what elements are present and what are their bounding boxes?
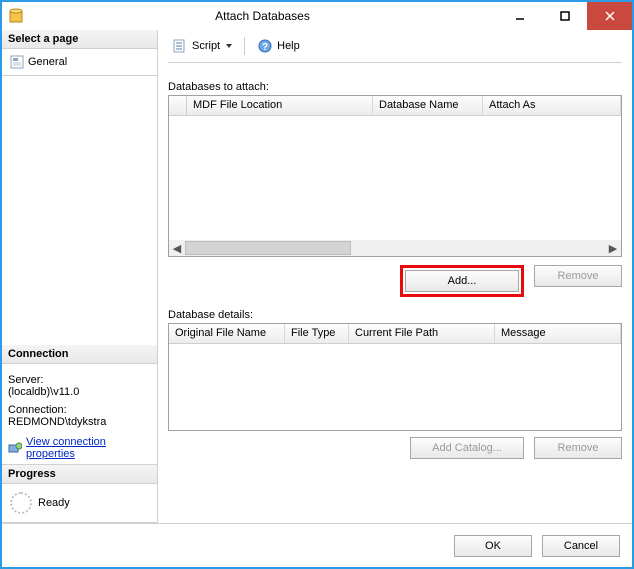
view-connection-properties-link[interactable]: View connection properties xyxy=(26,436,151,460)
help-icon: ? xyxy=(257,38,273,54)
ok-button[interactable]: OK xyxy=(454,535,532,557)
connection-icon xyxy=(8,441,22,455)
titlebar: Attach Databases xyxy=(2,2,632,30)
connection-value: REDMOND\tdykstra xyxy=(8,416,151,428)
add-button-highlight: Add... xyxy=(400,265,524,297)
database-details-label: Database details: xyxy=(168,309,622,321)
page-item-label: General xyxy=(28,56,67,68)
remove-button[interactable]: Remove xyxy=(534,265,622,287)
app-icon xyxy=(8,8,24,24)
page-item-general[interactable]: General xyxy=(8,53,151,71)
col-database-name[interactable]: Database Name xyxy=(373,96,483,115)
col-attach-as[interactable]: Attach As xyxy=(483,96,621,115)
cancel-button[interactable]: Cancel xyxy=(542,535,620,557)
col-message[interactable]: Message xyxy=(495,324,621,343)
footer: OK Cancel xyxy=(2,523,632,567)
script-button[interactable]: Script xyxy=(168,36,236,56)
script-icon xyxy=(172,38,188,54)
add-catalog-button[interactable]: Add Catalog... xyxy=(410,437,524,459)
col-original-file-name[interactable]: Original File Name xyxy=(169,324,285,343)
select-page-header: Select a page xyxy=(2,30,157,49)
add-button[interactable]: Add... xyxy=(405,270,519,292)
databases-to-attach-label: Databases to attach: xyxy=(168,81,622,93)
help-label: Help xyxy=(277,40,300,52)
close-button[interactable] xyxy=(587,2,632,30)
col-mdf-file-location[interactable]: MDF File Location xyxy=(187,96,373,115)
page-icon xyxy=(10,55,24,69)
scroll-thumb[interactable] xyxy=(185,241,351,255)
script-label: Script xyxy=(192,40,220,52)
progress-spinner-icon xyxy=(10,492,32,514)
progress-header: Progress xyxy=(2,465,157,484)
col-current-file-path[interactable]: Current File Path xyxy=(349,324,495,343)
row-header-col xyxy=(169,96,187,115)
help-button[interactable]: ? Help xyxy=(253,36,304,56)
horizontal-scrollbar[interactable]: ◀ ▶ xyxy=(169,240,621,256)
scroll-left-icon[interactable]: ◀ xyxy=(169,240,185,256)
remove-detail-button[interactable]: Remove xyxy=(534,437,622,459)
toolbar-separator xyxy=(244,37,245,55)
col-file-type[interactable]: File Type xyxy=(285,324,349,343)
svg-text:?: ? xyxy=(262,42,268,53)
connection-label: Connection: xyxy=(8,404,151,416)
server-label: Server: xyxy=(8,374,151,386)
progress-status: Ready xyxy=(38,497,70,509)
connection-header: Connection xyxy=(2,345,157,364)
minimize-button[interactable] xyxy=(497,2,542,30)
toolbar: Script ? Help xyxy=(168,36,622,63)
server-value: (localdb)\v11.0 xyxy=(8,386,151,398)
left-pane: Select a page General Connection Server:… xyxy=(2,30,158,523)
maximize-button[interactable] xyxy=(542,2,587,30)
window-title: Attach Databases xyxy=(28,9,497,23)
scroll-right-icon[interactable]: ▶ xyxy=(605,240,621,256)
databases-to-attach-grid[interactable]: MDF File Location Database Name Attach A… xyxy=(168,95,622,257)
right-pane: Script ? Help Databases to attach: MDF F… xyxy=(158,30,632,523)
chevron-down-icon xyxy=(226,44,232,48)
database-details-grid[interactable]: Original File Name File Type Current Fil… xyxy=(168,323,622,431)
